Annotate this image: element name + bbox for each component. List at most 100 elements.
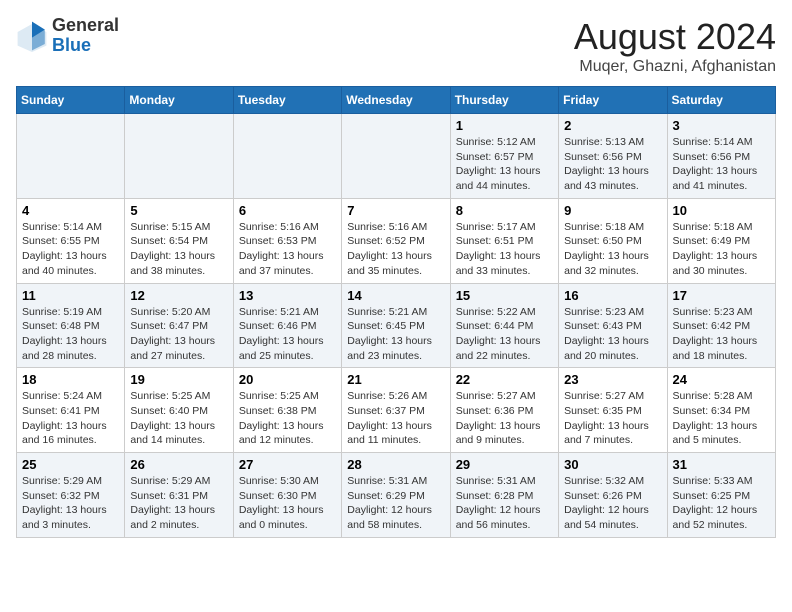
day-info: Sunrise: 5:31 AMSunset: 6:29 PMDaylight:… (347, 474, 444, 533)
calendar-cell: 25 Sunrise: 5:29 AMSunset: 6:32 PMDayligh… (17, 453, 125, 538)
calendar-cell: 10Sunrise: 5:18 AMSunset: 6:49 PMDayligh… (667, 198, 775, 283)
day-number: 8 (456, 203, 553, 218)
day-number: 13 (239, 288, 336, 303)
calendar-week-row: 4 Sunrise: 5:14 AMSunset: 6:55 PMDaylight… (17, 198, 776, 283)
day-number: 9 (564, 203, 661, 218)
calendar-cell: 27Sunrise: 5:30 AMSunset: 6:30 PMDayligh… (233, 453, 341, 538)
logo-text: General Blue (52, 16, 119, 56)
day-number: 2 (564, 118, 661, 133)
day-info: Sunrise: 5:24 AMSunset: 6:41 PMDaylight:… (22, 389, 119, 448)
calendar-cell: 8 Sunrise: 5:17 AMSunset: 6:51 PMDaylight… (450, 198, 558, 283)
day-number: 17 (673, 288, 770, 303)
calendar-cell: 22Sunrise: 5:27 AMSunset: 6:36 PMDayligh… (450, 368, 558, 453)
day-info: Sunrise: 5:12 AMSunset: 6:57 PMDaylight:… (456, 135, 553, 194)
calendar-cell: 5 Sunrise: 5:15 AMSunset: 6:54 PMDaylight… (125, 198, 233, 283)
day-number: 18 (22, 372, 119, 387)
calendar-cell: 9 Sunrise: 5:18 AMSunset: 6:50 PMDaylight… (559, 198, 667, 283)
page-subtitle: Muqer, Ghazni, Afghanistan (574, 58, 776, 76)
calendar-cell: 11 Sunrise: 5:19 AMSunset: 6:48 PMDayligh… (17, 283, 125, 368)
day-number: 30 (564, 457, 661, 472)
day-number: 15 (456, 288, 553, 303)
logo-blue: Blue (52, 35, 91, 55)
calendar-cell: 6 Sunrise: 5:16 AMSunset: 6:53 PMDaylight… (233, 198, 341, 283)
calendar-cell: 4 Sunrise: 5:14 AMSunset: 6:55 PMDaylight… (17, 198, 125, 283)
day-info: Sunrise: 5:19 AMSunset: 6:48 PMDaylight:… (22, 305, 119, 364)
day-info: Sunrise: 5:29 AMSunset: 6:32 PMDaylight:… (22, 474, 119, 533)
header-sunday: Sunday (17, 87, 125, 114)
calendar-week-row: 18 Sunrise: 5:24 AMSunset: 6:41 PMDayligh… (17, 368, 776, 453)
day-info: Sunrise: 5:18 AMSunset: 6:50 PMDaylight:… (564, 220, 661, 279)
calendar-cell: 21Sunrise: 5:26 AMSunset: 6:37 PMDayligh… (342, 368, 450, 453)
day-number: 14 (347, 288, 444, 303)
day-number: 22 (456, 372, 553, 387)
calendar-cell: 7 Sunrise: 5:16 AMSunset: 6:52 PMDaylight… (342, 198, 450, 283)
calendar-header-row: SundayMondayTuesdayWednesdayThursdayFrid… (17, 87, 776, 114)
day-number: 19 (130, 372, 227, 387)
day-info: Sunrise: 5:17 AMSunset: 6:51 PMDaylight:… (456, 220, 553, 279)
day-number: 12 (130, 288, 227, 303)
calendar-cell (125, 114, 233, 199)
title-block: August 2024 Muqer, Ghazni, Afghanistan (574, 16, 776, 76)
calendar-cell: 23 Sunrise: 5:27 AMSunset: 6:35 PMDayligh… (559, 368, 667, 453)
day-info: Sunrise: 5:29 AMSunset: 6:31 PMDaylight:… (130, 474, 227, 533)
calendar-cell: 12 Sunrise: 5:20 AMSunset: 6:47 PMDayligh… (125, 283, 233, 368)
header-tuesday: Tuesday (233, 87, 341, 114)
day-info: Sunrise: 5:22 AMSunset: 6:44 PMDaylight:… (456, 305, 553, 364)
day-info: Sunrise: 5:16 AMSunset: 6:52 PMDaylight:… (347, 220, 444, 279)
logo: General Blue (16, 16, 119, 56)
day-number: 4 (22, 203, 119, 218)
calendar-cell: 28 Sunrise: 5:31 AMSunset: 6:29 PMDayligh… (342, 453, 450, 538)
day-number: 11 (22, 288, 119, 303)
day-number: 7 (347, 203, 444, 218)
day-number: 24 (673, 372, 770, 387)
day-info: Sunrise: 5:32 AMSunset: 6:26 PMDaylight:… (564, 474, 661, 533)
day-number: 21 (347, 372, 444, 387)
day-info: Sunrise: 5:23 AMSunset: 6:43 PMDaylight:… (564, 305, 661, 364)
day-info: Sunrise: 5:31 AMSunset: 6:28 PMDaylight:… (456, 474, 553, 533)
calendar-week-row: 11 Sunrise: 5:19 AMSunset: 6:48 PMDayligh… (17, 283, 776, 368)
day-number: 28 (347, 457, 444, 472)
calendar-cell: 19 Sunrise: 5:25 AMSunset: 6:40 PMDayligh… (125, 368, 233, 453)
day-number: 31 (673, 457, 770, 472)
calendar-cell: 20 Sunrise: 5:25 AMSunset: 6:38 PMDayligh… (233, 368, 341, 453)
day-info: Sunrise: 5:25 AMSunset: 6:40 PMDaylight:… (130, 389, 227, 448)
day-info: Sunrise: 5:30 AMSunset: 6:30 PMDaylight:… (239, 474, 336, 533)
calendar-cell (17, 114, 125, 199)
day-info: Sunrise: 5:14 AMSunset: 6:55 PMDaylight:… (22, 220, 119, 279)
day-number: 23 (564, 372, 661, 387)
calendar-cell: 3Sunrise: 5:14 AMSunset: 6:56 PMDaylight… (667, 114, 775, 199)
day-info: Sunrise: 5:20 AMSunset: 6:47 PMDaylight:… (130, 305, 227, 364)
day-info: Sunrise: 5:21 AMSunset: 6:46 PMDaylight:… (239, 305, 336, 364)
day-info: Sunrise: 5:28 AMSunset: 6:34 PMDaylight:… (673, 389, 770, 448)
header-wednesday: Wednesday (342, 87, 450, 114)
page-title: August 2024 (574, 16, 776, 58)
day-number: 1 (456, 118, 553, 133)
day-info: Sunrise: 5:16 AMSunset: 6:53 PMDaylight:… (239, 220, 336, 279)
day-info: Sunrise: 5:15 AMSunset: 6:54 PMDaylight:… (130, 220, 227, 279)
calendar-cell: 29 Sunrise: 5:31 AMSunset: 6:28 PMDayligh… (450, 453, 558, 538)
day-info: Sunrise: 5:23 AMSunset: 6:42 PMDaylight:… (673, 305, 770, 364)
day-number: 5 (130, 203, 227, 218)
calendar-cell: 14 Sunrise: 5:21 AMSunset: 6:45 PMDayligh… (342, 283, 450, 368)
day-info: Sunrise: 5:13 AMSunset: 6:56 PMDaylight:… (564, 135, 661, 194)
calendar-cell: 26Sunrise: 5:29 AMSunset: 6:31 PMDayligh… (125, 453, 233, 538)
day-number: 29 (456, 457, 553, 472)
calendar-cell: 13 Sunrise: 5:21 AMSunset: 6:46 PMDayligh… (233, 283, 341, 368)
header-monday: Monday (125, 87, 233, 114)
calendar-cell: 24 Sunrise: 5:28 AMSunset: 6:34 PMDayligh… (667, 368, 775, 453)
day-number: 10 (673, 203, 770, 218)
logo-icon (16, 20, 48, 52)
day-number: 25 (22, 457, 119, 472)
day-number: 16 (564, 288, 661, 303)
calendar-cell: 17 Sunrise: 5:23 AMSunset: 6:42 PMDayligh… (667, 283, 775, 368)
day-number: 6 (239, 203, 336, 218)
day-info: Sunrise: 5:27 AMSunset: 6:35 PMDaylight:… (564, 389, 661, 448)
calendar-week-row: 25 Sunrise: 5:29 AMSunset: 6:32 PMDayligh… (17, 453, 776, 538)
calendar-cell (342, 114, 450, 199)
day-number: 3 (673, 118, 770, 133)
day-number: 20 (239, 372, 336, 387)
day-info: Sunrise: 5:25 AMSunset: 6:38 PMDaylight:… (239, 389, 336, 448)
calendar-cell: 1 Sunrise: 5:12 AMSunset: 6:57 PMDaylight… (450, 114, 558, 199)
day-info: Sunrise: 5:21 AMSunset: 6:45 PMDaylight:… (347, 305, 444, 364)
calendar-cell: 31Sunrise: 5:33 AMSunset: 6:25 PMDayligh… (667, 453, 775, 538)
